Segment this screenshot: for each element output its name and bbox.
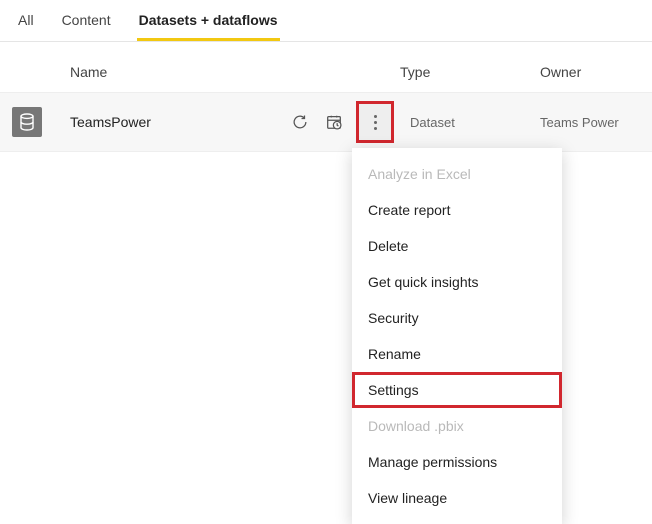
- database-icon: [12, 107, 42, 137]
- menu-analyze-in-excel: Analyze in Excel: [352, 156, 562, 192]
- row-name[interactable]: TeamsPower: [52, 114, 290, 130]
- menu-get-quick-insights[interactable]: Get quick insights: [352, 264, 562, 300]
- table-header: Name Type Owner: [0, 42, 652, 92]
- row-type: Dataset: [400, 115, 540, 130]
- tab-content[interactable]: Content: [60, 8, 113, 41]
- column-owner[interactable]: Owner: [540, 64, 640, 80]
- row-owner[interactable]: Teams Power: [540, 115, 640, 130]
- menu-view-lineage[interactable]: View lineage: [352, 480, 562, 516]
- refresh-icon[interactable]: [290, 112, 310, 132]
- column-type[interactable]: Type: [400, 64, 540, 80]
- column-name[interactable]: Name: [52, 64, 290, 80]
- menu-rename[interactable]: Rename: [352, 336, 562, 372]
- context-menu: Analyze in Excel Create report Delete Ge…: [352, 148, 562, 524]
- menu-create-report[interactable]: Create report: [352, 192, 562, 228]
- tab-all[interactable]: All: [16, 8, 36, 41]
- tab-datasets-dataflows[interactable]: Datasets + dataflows: [137, 8, 280, 41]
- more-options-button[interactable]: [358, 103, 392, 141]
- tabs-bar: All Content Datasets + dataflows: [0, 0, 652, 42]
- menu-manage-permissions[interactable]: Manage permissions: [352, 444, 562, 480]
- menu-delete[interactable]: Delete: [352, 228, 562, 264]
- menu-security[interactable]: Security: [352, 300, 562, 336]
- menu-download-pbix: Download .pbix: [352, 408, 562, 444]
- table-row[interactable]: TeamsPower Dataset Teams Power: [0, 92, 652, 152]
- schedule-refresh-icon[interactable]: [324, 112, 344, 132]
- more-options-icon: [374, 115, 377, 130]
- menu-settings[interactable]: Settings: [352, 372, 562, 408]
